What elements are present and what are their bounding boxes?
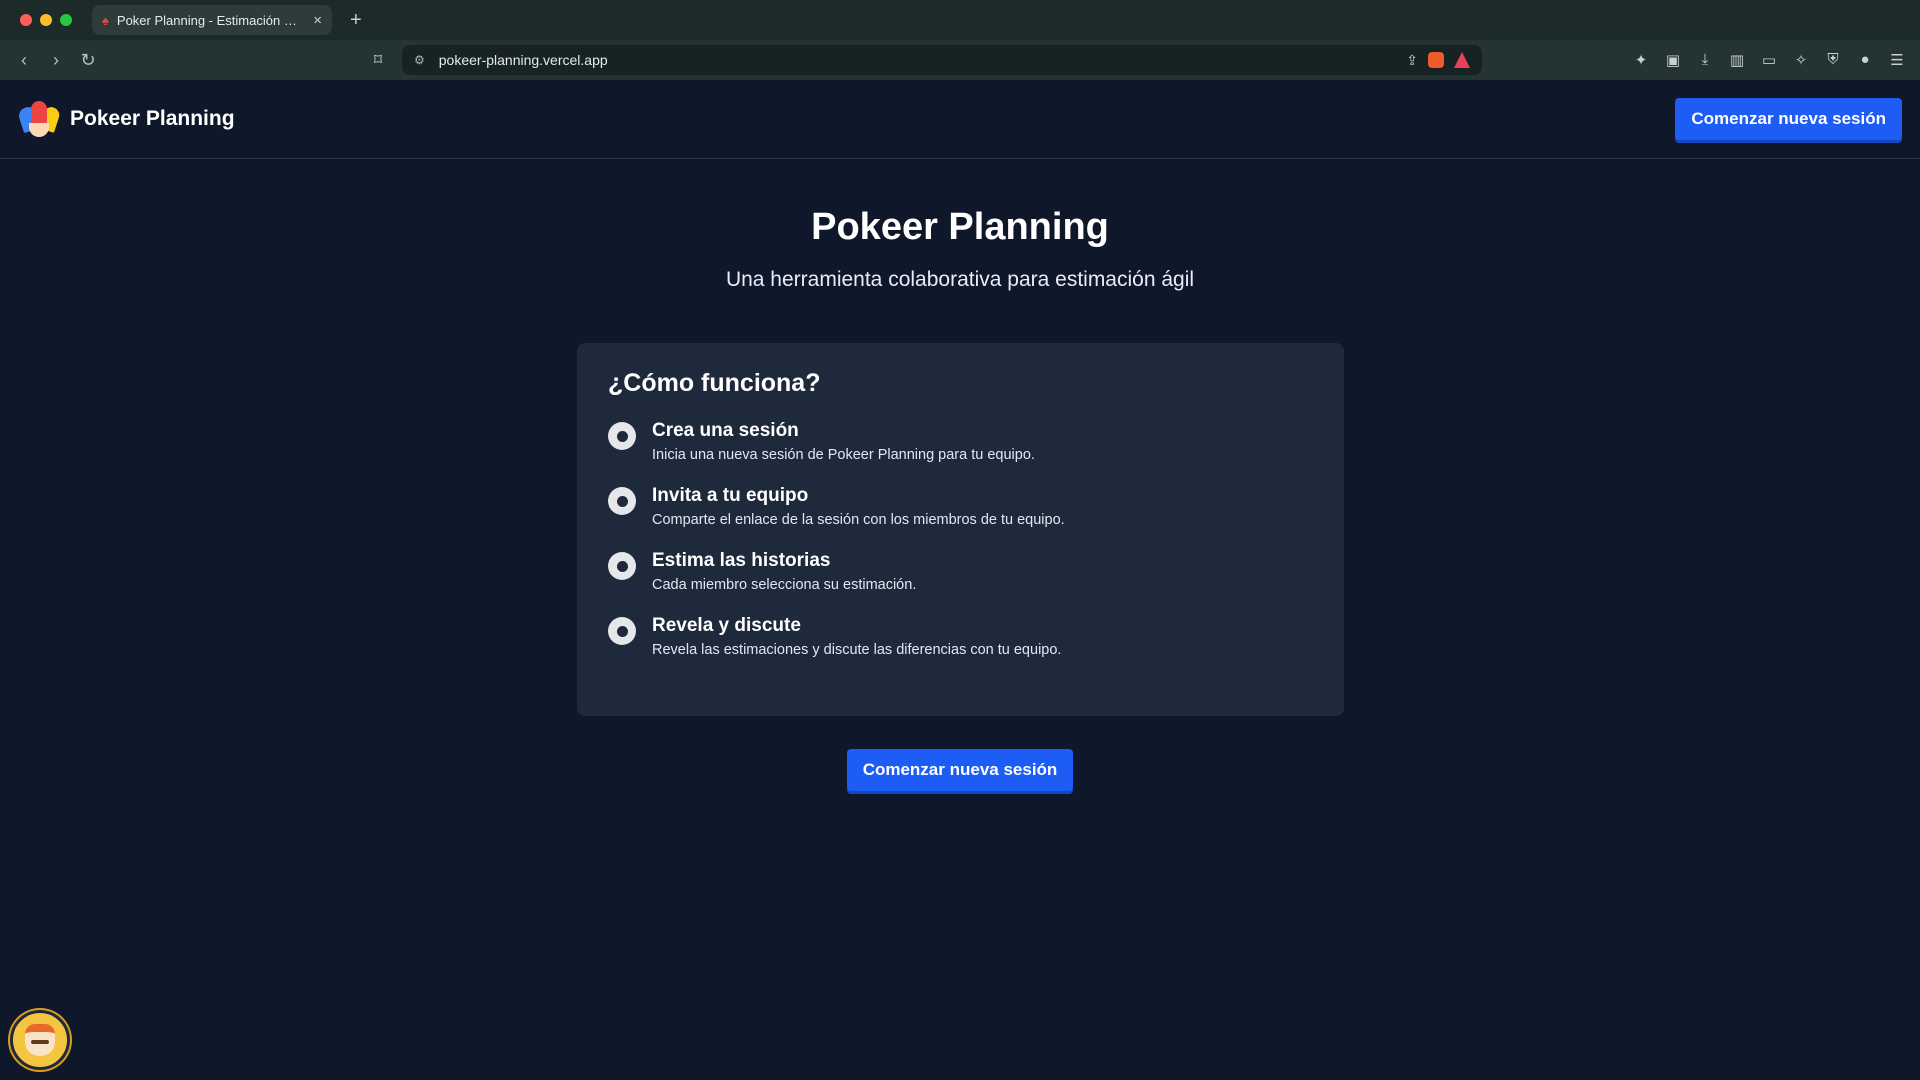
avatar-icon <box>25 1024 55 1056</box>
leo-ai-icon[interactable]: ✧ <box>1792 51 1810 69</box>
step-item: Invita a tu equipo Comparte el enlace de… <box>608 485 1313 528</box>
how-it-works-card: ¿Cómo funciona? Crea una sesión Inicia u… <box>577 343 1344 716</box>
step-description: Inicia una nueva sesión de Pokeer Planni… <box>652 447 1035 463</box>
tab-close-icon[interactable]: × <box>313 12 322 29</box>
downloads-icon[interactable]: ⤓ <box>1696 51 1714 69</box>
address-bar[interactable]: ⚙ pokeer-planning.vercel.app ⇪ <box>402 45 1482 75</box>
bookmark-icon[interactable]: ⌑ <box>368 50 388 70</box>
vpn-icon[interactable]: ⛨ <box>1824 51 1842 69</box>
extensions-icon[interactable]: ✦ <box>1632 51 1650 69</box>
page-subtitle: Una herramienta colaborativa para estima… <box>725 268 1195 291</box>
step-title: Estima las historias <box>652 550 831 571</box>
step-item: Crea una sesión Inicia una nueva sesión … <box>608 420 1313 463</box>
step-title: Crea una sesión <box>652 420 799 441</box>
step-bullet-icon <box>608 422 636 450</box>
share-icon[interactable]: ⇪ <box>1406 52 1418 69</box>
tab-search-icon[interactable]: ▣ <box>1664 51 1682 69</box>
brand-name[interactable]: Pokeer Planning <box>70 107 235 131</box>
step-item: Revela y discute Revela las estimaciones… <box>608 615 1313 658</box>
reload-icon[interactable]: ↻ <box>74 50 102 71</box>
sidebar-icon[interactable]: ▥ <box>1728 51 1746 69</box>
maximize-window-button[interactable] <box>60 14 72 26</box>
avatar-button[interactable] <box>10 1010 70 1070</box>
window-controls <box>20 14 72 26</box>
close-window-button[interactable] <box>20 14 32 26</box>
site-settings-icon[interactable]: ⚙ <box>414 53 425 67</box>
step-description: Revela las estimaciones y discute las di… <box>652 642 1062 658</box>
header-start-session-button[interactable]: Comenzar nueva sesión <box>1675 98 1902 140</box>
step-bullet-icon <box>608 552 636 580</box>
profile-icon[interactable]: ● <box>1856 51 1874 69</box>
step-description: Comparte el enlace de la sesión con los … <box>652 512 1065 528</box>
step-title: Invita a tu equipo <box>652 485 809 506</box>
browser-toolbar: ‹ › ↻ ⌑ ⚙ pokeer-planning.vercel.app ⇪ ✦… <box>0 40 1920 80</box>
browser-tab[interactable]: ♠ Poker Planning - Estimación Ágil × <box>92 5 332 35</box>
page-title: Pokeer Planning <box>811 206 1109 248</box>
minimize-window-button[interactable] <box>40 14 52 26</box>
step-description: Cada miembro selecciona su estimación. <box>652 577 917 593</box>
step-bullet-icon <box>608 487 636 515</box>
back-icon[interactable]: ‹ <box>10 50 38 71</box>
step-bullet-icon <box>608 617 636 645</box>
app-header: Pokeer Planning Comenzar nueva sesión <box>0 80 1920 159</box>
url-text: pokeer-planning.vercel.app <box>438 52 608 68</box>
forward-icon[interactable]: › <box>42 50 70 71</box>
step-title: Revela y discute <box>652 615 801 636</box>
jester-favicon-icon: ♠ <box>102 12 109 28</box>
browser-tab-bar: ♠ Poker Planning - Estimación Ágil × + <box>0 0 1920 40</box>
brave-rewards-icon[interactable] <box>1454 52 1470 68</box>
card-title: ¿Cómo funciona? <box>608 369 821 397</box>
jester-logo-icon[interactable] <box>16 99 62 139</box>
start-session-button[interactable]: Comenzar nueva sesión <box>847 749 1073 791</box>
wallet-icon[interactable]: ▭ <box>1760 51 1778 69</box>
menu-icon[interactable]: ☰ <box>1888 51 1906 69</box>
new-tab-button[interactable]: + <box>350 9 362 32</box>
step-item: Estima las historias Cada miembro selecc… <box>608 550 1313 593</box>
tab-title: Poker Planning - Estimación Ágil <box>116 12 306 28</box>
brave-shield-icon[interactable] <box>1428 52 1444 68</box>
